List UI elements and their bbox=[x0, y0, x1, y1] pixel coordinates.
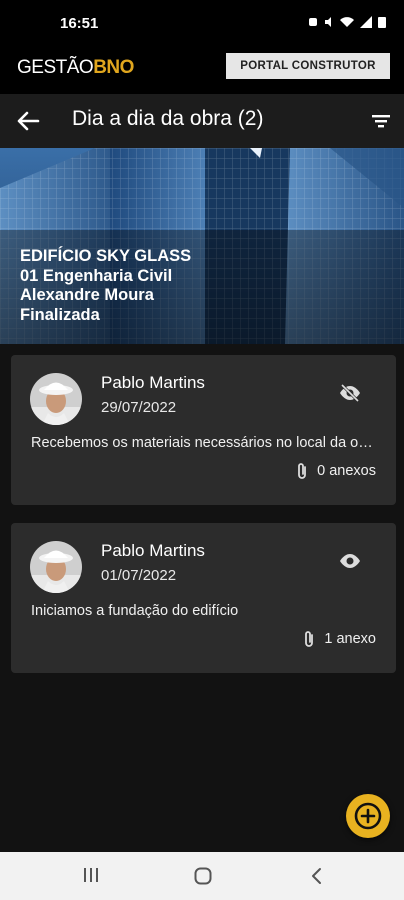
avatar bbox=[30, 541, 82, 593]
mute-icon bbox=[325, 17, 331, 27]
project-responsible: Alexandre Moura bbox=[20, 286, 154, 304]
add-entry-button[interactable] bbox=[346, 794, 390, 838]
entry-message: Iniciamos a fundação do edifício bbox=[31, 603, 239, 619]
attachments-count: 0 anexos bbox=[317, 463, 376, 479]
project-company: 01 Engenharia Civil bbox=[20, 266, 173, 285]
filter-icon[interactable] bbox=[370, 110, 392, 132]
project-name: EDIFÍCIO SKY GLASS bbox=[20, 247, 192, 265]
entry-attachments[interactable]: 0 anexos bbox=[295, 462, 376, 480]
page-title: Dia a dia da obra (2) bbox=[72, 107, 264, 130]
alarm-icon bbox=[309, 18, 317, 26]
logo-text: GESTÃO bbox=[17, 57, 94, 78]
recents-icon[interactable] bbox=[82, 866, 100, 884]
avatar bbox=[30, 373, 82, 425]
entry-date: 01/07/2022 bbox=[101, 567, 177, 584]
diary-entry-card[interactable]: Pablo Martins 01/07/2022 Iniciamos a fun… bbox=[11, 523, 396, 673]
portal-construtor-button[interactable]: PORTAL CONSTRUTOR bbox=[226, 53, 390, 79]
diary-entry-card[interactable]: Pablo Martins 29/07/2022 Recebemos os ma… bbox=[11, 355, 396, 505]
project-info: EDIFÍCIO SKY GLASS 01 Engenharia Civil A… bbox=[20, 247, 191, 325]
system-back-icon[interactable] bbox=[309, 866, 325, 886]
back-arrow-icon[interactable] bbox=[14, 107, 42, 135]
entry-author: Pablo Martins bbox=[101, 373, 205, 392]
eye-icon[interactable] bbox=[338, 549, 362, 573]
paperclip-icon bbox=[298, 463, 307, 479]
entry-author: Pablo Martins bbox=[101, 541, 205, 560]
eye-off-icon[interactable] bbox=[338, 381, 362, 405]
battery-icon bbox=[378, 17, 386, 28]
logo-accent: BNO bbox=[93, 57, 134, 78]
status-icons bbox=[308, 16, 386, 28]
logo: GESTÃOBNO bbox=[17, 57, 134, 79]
status-bar: 16:51 bbox=[0, 0, 404, 48]
wifi-icon bbox=[340, 17, 354, 27]
home-icon[interactable] bbox=[193, 866, 213, 886]
attachments-count: 1 anexo bbox=[324, 631, 376, 647]
plus-circle-icon bbox=[354, 802, 382, 830]
project-status: Finalizada bbox=[20, 305, 100, 324]
entry-date: 29/07/2022 bbox=[101, 399, 177, 416]
status-time: 16:51 bbox=[60, 15, 99, 32]
paperclip-icon bbox=[305, 631, 314, 647]
signal-icon bbox=[360, 16, 372, 28]
entry-attachments[interactable]: 1 anexo bbox=[302, 630, 376, 648]
entry-message: Recebemos os materiais necessários no lo… bbox=[31, 435, 376, 451]
